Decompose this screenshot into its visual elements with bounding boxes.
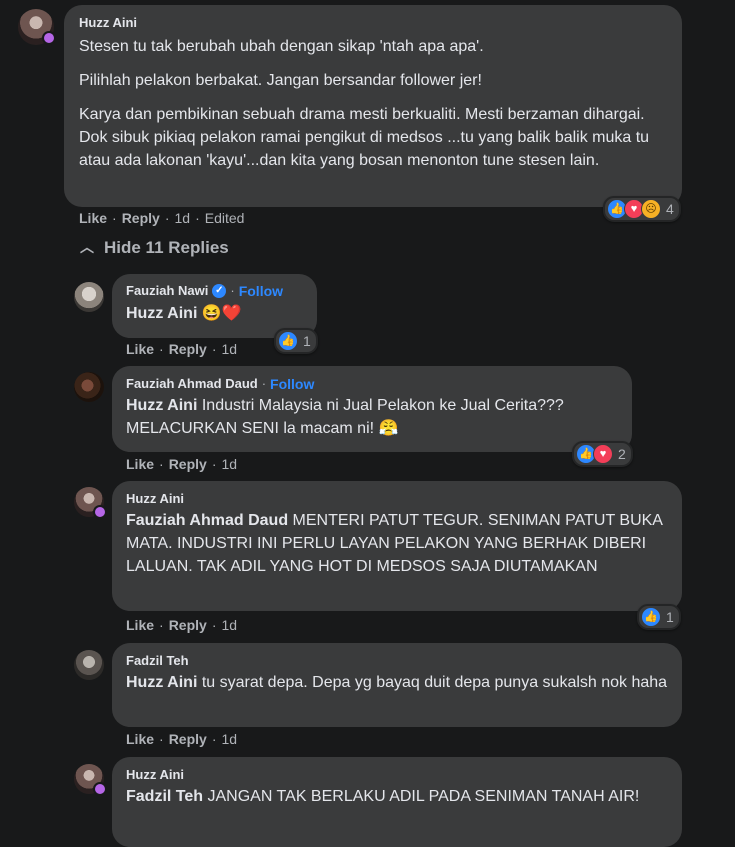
like-thumb-icon: 👍 xyxy=(641,607,661,627)
reply-author[interactable]: Fauziah Ahmad Daud xyxy=(126,376,258,392)
reply-author[interactable]: Huzz Aini xyxy=(126,767,668,783)
reaction-summary[interactable]: 👍 1 xyxy=(637,604,681,630)
reaction-count: 4 xyxy=(666,201,674,217)
reaction-count: 1 xyxy=(303,333,311,349)
comment-author[interactable]: Huzz Aini xyxy=(79,15,667,31)
like-button[interactable]: Like xyxy=(126,456,154,472)
avatar[interactable] xyxy=(74,372,104,402)
reply-actions: Like · Reply · 1d xyxy=(126,456,237,472)
reply-text: Huzz Aini 😆❤️ xyxy=(126,302,303,325)
timestamp[interactable]: 1d xyxy=(221,456,237,472)
separator: · xyxy=(112,210,117,226)
like-button[interactable]: Like xyxy=(79,210,107,226)
reply-author[interactable]: Huzz Aini xyxy=(126,491,668,507)
reply-text: Fauziah Ahmad Daud MENTERI PATUT TEGUR. … xyxy=(126,509,668,578)
hide-replies-label: Hide 11 Replies xyxy=(104,238,229,257)
reply-actions: Like · Reply · 1d xyxy=(126,341,237,357)
reply-text: Huzz Aini Industri Malaysia ni Jual Pela… xyxy=(126,394,618,440)
separator: · xyxy=(211,341,217,357)
timestamp[interactable]: 1d xyxy=(221,731,237,747)
reply-text: Fadzil Teh JANGAN TAK BERLAKU ADIL PADA … xyxy=(126,785,668,808)
love-heart-icon: ♥ xyxy=(593,444,613,464)
reply-button[interactable]: Reply xyxy=(169,456,207,472)
mention-link[interactable]: Huzz Aini xyxy=(126,397,197,414)
avatar[interactable] xyxy=(74,650,104,680)
like-button[interactable]: Like xyxy=(126,617,154,633)
mention-link[interactable]: Fadzil Teh xyxy=(126,788,203,805)
reply-bubble: Huzz Aini Fauziah Ahmad Daud MENTERI PAT… xyxy=(112,481,682,611)
separator: · xyxy=(211,617,217,633)
like-button[interactable]: Like xyxy=(126,341,154,357)
like-thumb-icon: 👍 xyxy=(278,331,298,351)
comment-paragraph: Pilihlah pelakon berbakat. Jangan bersan… xyxy=(79,72,482,89)
reply-button[interactable]: Reply xyxy=(169,341,207,357)
reply-button[interactable]: Reply xyxy=(169,731,207,747)
comment-text: Stesen tu tak berubah ubah dengan sikap … xyxy=(79,35,667,172)
reply-author[interactable]: Fadzil Teh xyxy=(126,653,668,669)
timestamp[interactable]: 1d xyxy=(174,210,190,226)
reply-bubble: Huzz Aini Fadzil Teh JANGAN TAK BERLAKU … xyxy=(112,757,682,847)
mention-link[interactable]: Fauziah Ahmad Daud xyxy=(126,512,288,529)
reply-author[interactable]: Fauziah Nawi xyxy=(126,283,208,299)
separator: · xyxy=(159,617,164,633)
separator: · xyxy=(230,283,235,298)
edited-label: Edited xyxy=(204,210,245,226)
reply-author-row: Fauziah Nawi ✓ · Follow xyxy=(126,283,303,299)
comment-bubble: Huzz Aini Stesen tu tak berubah ubah den… xyxy=(64,5,682,207)
reply-actions: Like · Reply · 1d xyxy=(126,731,237,747)
reply-body: tu syarat depa. Depa yg bayaq duit depa … xyxy=(201,674,668,691)
reply-text: Huzz Aini tu syarat depa. Depa yg bayaq … xyxy=(126,671,668,694)
reaction-summary[interactable]: 👍 ♥ 2 xyxy=(572,441,633,467)
separator: · xyxy=(159,341,164,357)
follow-button[interactable]: Follow xyxy=(270,376,314,392)
comment-paragraph: Karya dan pembikinan sebuah drama mesti … xyxy=(79,106,650,169)
avatar-status-badge xyxy=(93,505,107,519)
timestamp[interactable]: 1d xyxy=(221,617,237,633)
reply-button[interactable]: Reply xyxy=(122,210,160,226)
chevron-up-icon: ︿ xyxy=(80,239,94,255)
avatar[interactable] xyxy=(74,282,104,312)
separator: · xyxy=(159,731,164,747)
reply-bubble: Fadzil Teh Huzz Aini tu syarat depa. Dep… xyxy=(112,643,682,727)
comment-paragraph: Stesen tu tak berubah ubah dengan sikap … xyxy=(79,38,484,55)
emoji: 😆❤️ xyxy=(201,305,242,322)
mention-link[interactable]: Huzz Aini xyxy=(126,674,197,691)
like-button[interactable]: Like xyxy=(126,731,154,747)
reaction-summary[interactable]: 👍 ♥ ☹ 4 xyxy=(603,196,681,222)
timestamp[interactable]: 1d xyxy=(221,341,237,357)
avatar-status-badge xyxy=(93,782,107,796)
reaction-count: 2 xyxy=(618,446,626,462)
follow-button[interactable]: Follow xyxy=(239,283,283,299)
avatar-status-badge xyxy=(42,31,56,45)
separator: · xyxy=(159,456,164,472)
reply-body: JANGAN TAK BERLAKU ADIL PADA SENIMAN TAN… xyxy=(207,788,640,805)
comment-actions: Like · Reply · 1d · Edited xyxy=(79,210,244,226)
separator: · xyxy=(211,456,217,472)
separator: · xyxy=(211,731,217,747)
reply-author-row: Fauziah Ahmad Daud · Follow xyxy=(126,376,618,392)
separator: · xyxy=(195,210,200,226)
reply-bubble: Fauziah Ahmad Daud · Follow Huzz Aini In… xyxy=(112,366,632,452)
reply-button[interactable]: Reply xyxy=(169,617,207,633)
separator: · xyxy=(261,376,267,391)
hide-replies-button[interactable]: ︿ Hide 11 Replies xyxy=(80,238,229,258)
mention-link[interactable]: Huzz Aini xyxy=(126,305,197,322)
reaction-summary[interactable]: 👍 1 xyxy=(274,328,318,354)
verified-check-icon: ✓ xyxy=(212,284,227,298)
sad-face-icon: ☹ xyxy=(641,199,661,219)
reaction-count: 1 xyxy=(666,609,674,625)
reply-actions: Like · Reply · 1d xyxy=(126,617,237,633)
separator: · xyxy=(164,210,170,226)
